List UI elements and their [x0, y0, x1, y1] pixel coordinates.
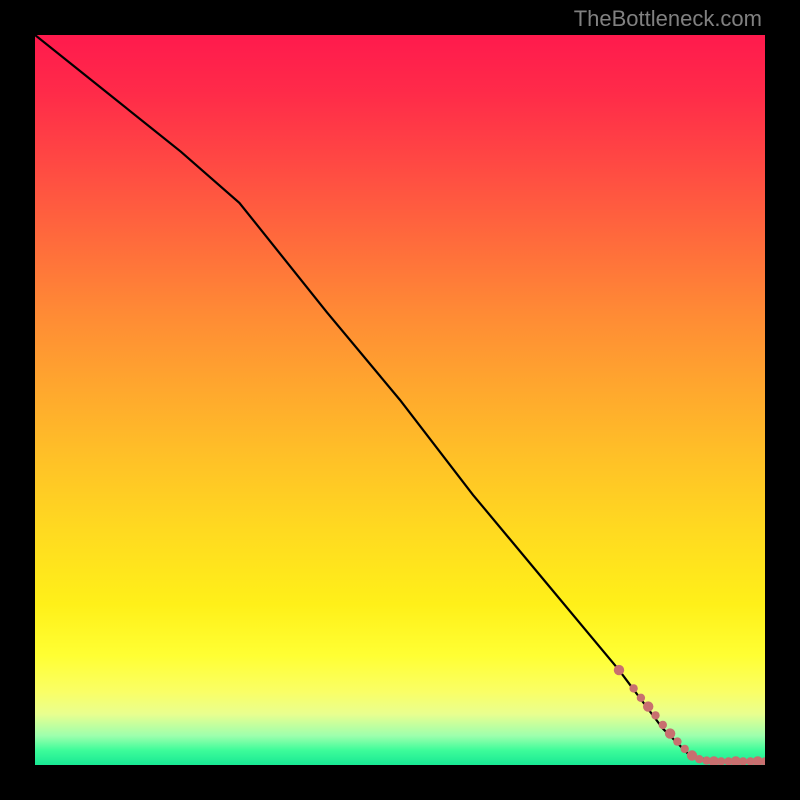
marker-dot [659, 721, 667, 729]
curve-line [35, 35, 765, 761]
marker-dot [651, 711, 659, 719]
plot-area [35, 35, 765, 765]
marker-dot [739, 757, 747, 765]
markers-group [614, 665, 765, 765]
marker-dot [643, 701, 653, 711]
marker-dot [665, 728, 675, 738]
marker-dot [695, 755, 703, 763]
marker-dot [629, 684, 637, 692]
marker-dot [637, 694, 645, 702]
marker-dot [717, 757, 725, 765]
marker-dot [614, 665, 624, 675]
marker-dot [673, 737, 681, 745]
marker-dot [681, 745, 689, 753]
chart-overlay [35, 35, 765, 765]
watermark-text: TheBottleneck.com [574, 6, 762, 32]
chart-frame: TheBottleneck.com [0, 0, 800, 800]
